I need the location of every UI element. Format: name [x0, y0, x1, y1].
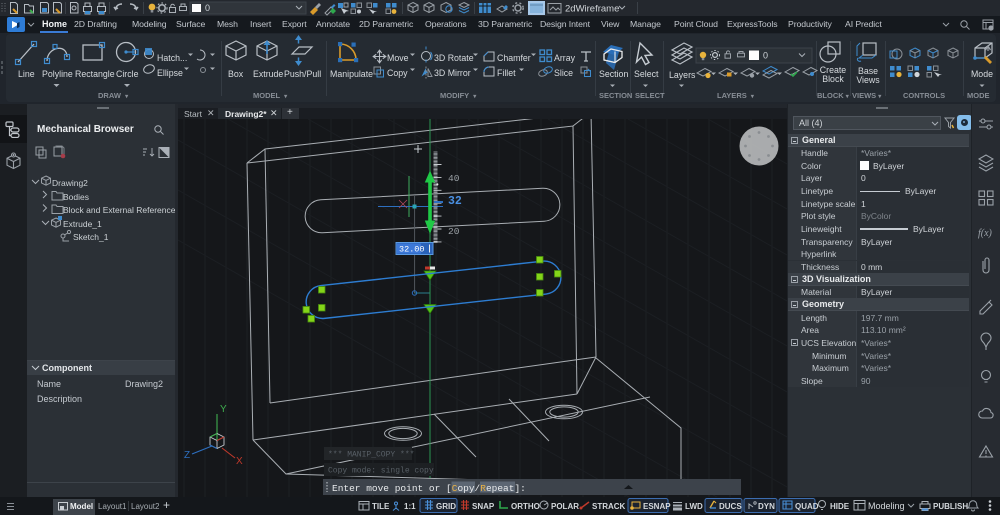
svg-text:DUCS: DUCS	[719, 502, 742, 511]
svg-text:2dWireframe: 2dWireframe	[565, 4, 619, 15]
svg-text:TILE: TILE	[372, 502, 390, 511]
svg-text:LWD: LWD	[685, 502, 703, 511]
svg-text:SNAP: SNAP	[472, 502, 495, 511]
svg-text:PUBLISH: PUBLISH	[933, 502, 968, 511]
svg-text:f(x): f(x)	[978, 228, 993, 239]
svg-text:POLAR: POLAR	[551, 502, 579, 511]
svg-text:X: X	[236, 456, 243, 467]
svg-text:20: 20	[448, 226, 460, 237]
svg-text:*** MANIP_COPY ***: *** MANIP_COPY ***	[328, 451, 414, 460]
svg-text:Enter move point or [Copy/Repe: Enter move point or [Copy/Repeat]:	[332, 483, 526, 494]
svg-text:40: 40	[448, 173, 460, 184]
svg-text:Y: Y	[220, 404, 227, 415]
svg-text:Modeling: Modeling	[868, 501, 905, 511]
svg-text:1:1: 1:1	[404, 502, 416, 511]
svg-text:ESNAP: ESNAP	[643, 502, 671, 511]
svg-text:QUAD: QUAD	[795, 502, 819, 511]
svg-text:STRACK: STRACK	[592, 502, 626, 511]
svg-text:0: 0	[763, 51, 768, 61]
svg-text:Copy mode: single copy: Copy mode: single copy	[328, 467, 434, 476]
svg-text:Z: Z	[184, 450, 190, 461]
svg-text:0: 0	[205, 3, 210, 13]
svg-text:DYN: DYN	[758, 502, 775, 511]
svg-text:GRID: GRID	[436, 502, 456, 511]
svg-text:ORTHO: ORTHO	[511, 502, 540, 511]
svg-text:HIDE: HIDE	[830, 502, 850, 511]
svg-text:32: 32	[448, 195, 462, 208]
svg-text:32.00: 32.00	[399, 245, 425, 255]
